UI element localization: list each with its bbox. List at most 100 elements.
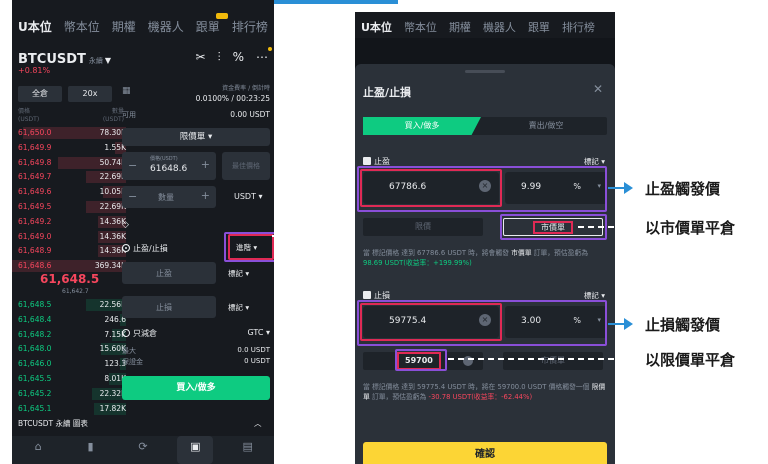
bbo-button[interactable]: 最佳價格 [222,152,270,180]
more-icon[interactable]: ⋯ [256,47,272,65]
orderbook-row[interactable]: 61,648.5 22.56K [12,298,126,313]
left-tab-bar: U本位 幣本位 期權 機器人 跟單 排行榜 [12,10,274,40]
confirm-button[interactable]: 確認 [363,442,607,464]
chart-toggle[interactable]: BTCUSDT 永續 圖表 ︿ [18,418,262,429]
orderbook-row[interactable]: 61,648.4 246.6 [12,313,126,328]
tab-options[interactable]: 期權 [443,12,477,38]
plus-icon[interactable]: + [201,189,210,202]
tab-buy-long[interactable]: 買入/做多 [363,117,481,135]
minus-icon[interactable]: − [128,159,137,172]
tab-copy[interactable]: 跟單 [522,12,556,38]
orderbook-price: 61,648.9 [18,246,52,256]
orderbook-row[interactable]: 61,645.2 22.32K [12,387,126,402]
quantity-placeholder: 數量 [158,193,174,202]
trade-icon[interactable]: ⟳ [125,436,161,464]
orderbook-row[interactable]: 61,646.0 123.3 [12,357,126,372]
buy-long-button[interactable]: 買入/做多 [122,376,270,400]
futures-icon[interactable]: ▣ [177,436,214,464]
tpsl-sheet: 止盈/止損 ✕ 買入/做多 賣出/做空 止盈 標記 ▾ 67786.6 × 9.… [355,64,615,464]
chevron-down-icon[interactable]: ▼ [105,56,111,65]
orderbook-row[interactable]: 61,648.0 15.60K [12,342,126,357]
orderbook-row[interactable]: 61,649.7 22.69K [12,170,126,185]
quantity-input[interactable]: − 數量 + [122,186,216,208]
candlestick-icon[interactable]: ✂ [196,50,206,65]
sheet-grab-handle[interactable] [465,70,505,73]
tp-input[interactable]: 止盈 [122,262,216,284]
qty-unit-select[interactable]: USDT ▾ [234,192,263,201]
home-icon[interactable]: ⌂ [20,436,56,464]
orderbook-row[interactable]: 61,648.2 7.15K [12,328,126,343]
orderbook-price: 61,649.9 [18,142,52,152]
orderbook-price: 61,649.6 [18,187,52,197]
orderbook-row[interactable]: 61,649.5 22.69K [12,200,126,215]
pair-symbol[interactable]: BTCUSDT [18,52,86,67]
markets-icon[interactable]: ▮ [73,436,109,464]
orderbook-row[interactable]: 61,649.0 14.36K [12,230,126,245]
tab-copy[interactable]: 跟單 [190,10,228,40]
tab-bots[interactable]: 機器人 [142,10,190,40]
sl-row-highlight [357,300,607,346]
orderbook-row[interactable]: 61,645.5 8.01K [12,372,126,387]
orderbook-price: 61,646.0 [18,359,52,369]
tab-usdm[interactable]: U本位 [355,12,398,38]
price-value: 61648.6 [150,164,188,174]
tpsl-label: 止盈/止損 [133,244,168,253]
side-tabs: 買入/做多 賣出/做空 [363,117,607,135]
tp-limit-button[interactable]: 限價 [363,218,483,236]
orderbook-row[interactable]: 61,645.1 17.82K [12,402,126,417]
reduce-only-radio[interactable]: 只減倉 [122,328,157,339]
margin-mode-button[interactable]: 全倉 [18,86,62,102]
orderbook-row[interactable]: 61,649.6 10.05K [12,185,126,200]
minus-icon[interactable]: − [128,190,137,203]
orderbook-row[interactable]: 61,649.9 1.55K [12,141,126,156]
radio-icon [122,244,130,252]
percent-icon[interactable]: % [233,50,244,65]
slider-handle-icon[interactable]: ◇ [122,220,129,230]
orderbook-row[interactable]: 61,649.8 50.74K [12,156,126,171]
sl-input[interactable]: 止損 [122,296,216,318]
chart-icon[interactable]: ⫶ [218,50,221,65]
leverage-button[interactable]: 20x [68,86,112,102]
wallet-icon[interactable]: ▤ [230,436,266,464]
price-input[interactable]: − 價格(USDT) 61648.6 + [122,152,216,180]
tab-bots[interactable]: 機器人 [477,12,522,38]
calculator-icon[interactable]: ▦ [122,86,131,96]
tab-coinm[interactable]: 幣本位 [58,10,106,40]
orderbook-row[interactable]: 61,650.0 78.30K [12,126,126,141]
tif-select[interactable]: GTC ▾ [248,328,270,337]
funding-label: 資金費率 / 倒計時 [222,85,270,92]
annotation-arrowhead [624,182,633,194]
tp-trigger-select[interactable]: 標記 ▾ [228,268,249,279]
orderbook-row[interactable]: 61,648.9 14.36K [12,244,126,259]
tp-desc-market: 市價單 [511,249,532,257]
bottom-nav: ⌂ ▮ ⟳ ▣ ▤ [12,436,274,464]
orderbook-asks: 61,650.0 78.30K 61,649.9 1.55K 61,649.8 50.74… [12,126,126,274]
orderbook-qty: 17.82K [99,403,126,413]
tab-options[interactable]: 期權 [106,10,142,40]
tp-desc-b: 訂單，預估盈虧為 [531,249,589,257]
annotation-arrowhead [624,318,633,330]
right-phone-screen: U本位 幣本位 期權 機器人 跟單 排行榜 止盈/止損 ✕ 買入/做多 賣出/做… [355,12,615,464]
tab-usdm[interactable]: U本位 [12,10,58,40]
annotation-arrow-limit [448,358,626,360]
tab-coinm[interactable]: 幣本位 [398,12,443,38]
orderbook-price: 61,648.5 [18,300,52,309]
plus-icon[interactable]: + [201,158,210,171]
qty-unit: USDT [234,192,256,201]
order-type-select[interactable]: 限價單 ▾ [122,128,270,146]
tpsl-radio[interactable]: 止盈/止損 [122,243,168,254]
sl-description: 當 標記價格 達到 59775.4 USDT 時，將在 59700.0 USDT… [363,382,607,402]
mid-price: 61,648.5 [40,272,100,286]
sl-limit-highlight [395,349,447,371]
close-icon[interactable]: ✕ [593,82,603,96]
tab-sell-short[interactable]: 賣出/做空 [485,117,607,135]
tab-leaderboard[interactable]: 排行榜 [226,10,274,40]
checkbox-icon [363,291,371,299]
orderbook-price: 61,645.1 [18,403,52,413]
tp-desc-pnl: 98.69 USDT(收益率：+199.99%) [363,259,472,267]
tab-leaderboard[interactable]: 排行榜 [556,12,601,38]
orderbook-row[interactable]: 61,649.2 14.36K [12,215,126,230]
annotation-sl-trigger: 止損觸發價 [645,316,721,334]
sl-trigger-select[interactable]: 標記 ▾ [228,302,249,313]
sl-market-button[interactable]: 市價單 [503,352,603,370]
